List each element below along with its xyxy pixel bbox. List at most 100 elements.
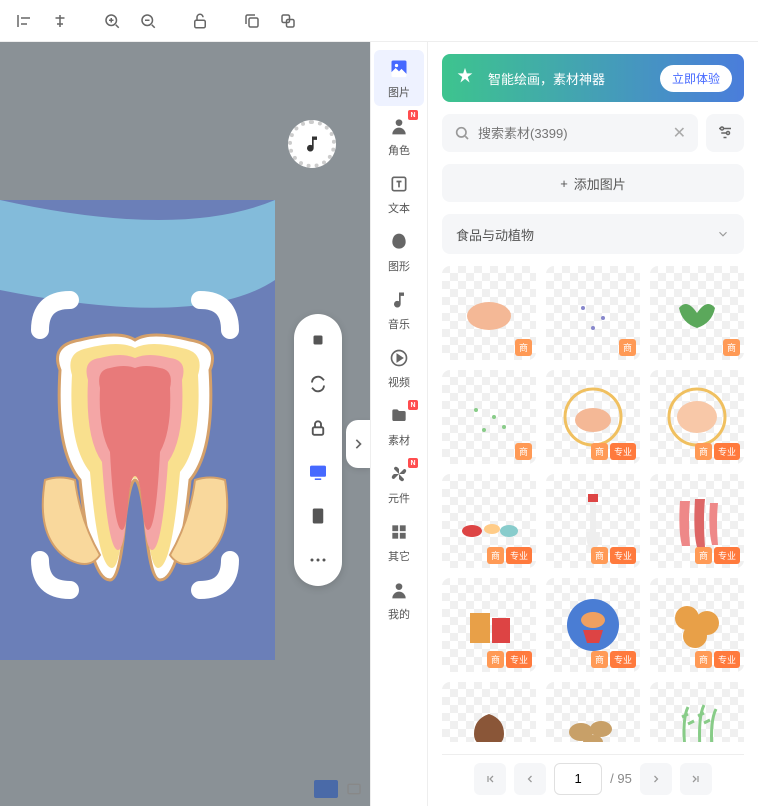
badge-commercial: 商 (619, 339, 636, 356)
add-image-label: 添加图片 (574, 174, 626, 193)
page-input[interactable] (554, 763, 602, 795)
asset-item[interactable]: 商 (442, 266, 536, 360)
more-icon[interactable] (304, 546, 332, 574)
search-icon (454, 125, 470, 141)
chevron-down-icon (716, 227, 730, 241)
align-center-icon[interactable] (44, 5, 76, 37)
lock-icon[interactable] (304, 414, 332, 442)
badge-commercial: 商 (591, 443, 608, 460)
promo-button[interactable]: 立即体验 (660, 65, 732, 92)
category-select[interactable]: 食品与动植物 (442, 214, 744, 254)
nav-label: 图片 (388, 84, 410, 100)
badge-professional: 专业 (506, 547, 532, 564)
first-page-button[interactable] (474, 763, 506, 795)
promo-banner: 智能绘画，素材神器 立即体验 (442, 54, 744, 102)
new-badge: N (408, 110, 418, 120)
unlock-icon[interactable] (184, 5, 216, 37)
nav-item-video[interactable]: 视频 (374, 340, 424, 396)
fullscreen-icon[interactable] (304, 326, 332, 354)
music-icon[interactable] (288, 120, 336, 168)
asset-item[interactable]: 商专业 (546, 474, 640, 568)
canvas-content[interactable] (0, 200, 275, 660)
asset-item[interactable]: 商专业 (546, 370, 640, 464)
badge-professional: 专业 (714, 651, 740, 668)
nav-label: 音乐 (388, 316, 410, 332)
badge-commercial: 商 (695, 651, 712, 668)
nav-panel: 图片 N 角色 文本 图形 音乐 视频 N 素材 N (370, 42, 428, 806)
canvas-area[interactable] (0, 42, 370, 806)
scene-thumbnail[interactable] (314, 780, 338, 798)
align-left-icon[interactable] (8, 5, 40, 37)
zoom-out-icon[interactable] (132, 5, 164, 37)
badge-commercial: 商 (487, 651, 504, 668)
scene-thumbnails (314, 780, 362, 798)
nav-item-image[interactable]: 图片 (374, 50, 424, 106)
new-badge: N (408, 400, 418, 410)
badge-commercial: 商 (695, 443, 712, 460)
copy-icon[interactable] (236, 5, 268, 37)
asset-item[interactable]: 商专业 (546, 578, 640, 672)
image-icon (387, 56, 411, 80)
asset-item[interactable]: 商专业 (650, 474, 744, 568)
nav-item-shape[interactable]: 图形 (374, 224, 424, 280)
new-badge: N (408, 458, 418, 468)
music-icon (387, 288, 411, 312)
expand-panel-icon[interactable] (346, 420, 370, 468)
nav-label: 视频 (388, 374, 410, 390)
badge-professional: 专业 (714, 547, 740, 564)
nav-item-other[interactable]: 其它 (374, 514, 424, 570)
nav-item-my[interactable]: 我的 (374, 572, 424, 628)
nav-label: 素材 (388, 432, 410, 448)
asset-item[interactable]: 商专业 (650, 682, 744, 742)
asset-item[interactable]: 商专业 (650, 370, 744, 464)
asset-item[interactable]: 商专业 (650, 578, 744, 672)
nav-item-role[interactable]: N 角色 (374, 108, 424, 164)
badge-professional: 专业 (714, 443, 740, 460)
prev-page-button[interactable] (514, 763, 546, 795)
nav-item-asset[interactable]: N 素材 (374, 398, 424, 454)
asset-item[interactable]: 商 (546, 266, 640, 360)
next-page-button[interactable] (640, 763, 672, 795)
last-page-button[interactable] (680, 763, 712, 795)
nav-label: 角色 (388, 142, 410, 158)
text-icon (387, 172, 411, 196)
grid-icon (387, 520, 411, 544)
nav-item-component[interactable]: N 元件 (374, 456, 424, 512)
floating-toolbar (294, 314, 342, 586)
badge-commercial: 商 (695, 547, 712, 564)
category-label: 食品与动植物 (456, 225, 534, 244)
scene-thumb-frame-icon[interactable] (346, 781, 362, 797)
user-icon (387, 578, 411, 602)
nav-item-music[interactable]: 音乐 (374, 282, 424, 338)
asset-item[interactable]: 商专业 (442, 474, 536, 568)
video-icon (387, 346, 411, 370)
asset-item[interactable]: 商 (650, 266, 744, 360)
add-image-button[interactable]: + 添加图片 (442, 164, 744, 202)
duplicate-icon[interactable] (272, 5, 304, 37)
asset-item[interactable]: 商专业 (442, 682, 536, 742)
badge-professional: 专业 (506, 651, 532, 668)
nav-label: 其它 (388, 548, 410, 564)
asset-item[interactable]: 商专业 (442, 578, 536, 672)
asset-item[interactable]: 商专业 (546, 682, 640, 742)
badge-professional: 专业 (610, 547, 636, 564)
search-input[interactable] (478, 126, 665, 141)
nav-label: 我的 (388, 606, 410, 622)
zoom-in-icon[interactable] (96, 5, 128, 37)
asset-item[interactable]: 商 (442, 370, 536, 464)
badge-commercial: 商 (591, 547, 608, 564)
display-icon[interactable] (304, 458, 332, 486)
clear-icon[interactable]: ✕ (673, 123, 686, 143)
nav-item-text[interactable]: 文本 (374, 166, 424, 222)
badge-commercial: 商 (723, 339, 740, 356)
pagination: / 95 (442, 754, 744, 794)
plus-icon: + (560, 176, 568, 191)
right-panel: 智能绘画，素材神器 立即体验 ✕ + 添加图片 食品与动植物 商 商 (428, 42, 758, 806)
mobile-icon[interactable] (304, 502, 332, 530)
filter-button[interactable] (706, 114, 744, 152)
asset-grid: 商 商 商 商 商专业 商专业 商专业 商专业 商专业 商专业 商专业 商专业 … (442, 266, 744, 742)
badge-commercial: 商 (487, 547, 504, 564)
badge-professional: 专业 (610, 651, 636, 668)
rotate-icon[interactable] (304, 370, 332, 398)
badge-commercial: 商 (515, 443, 532, 460)
